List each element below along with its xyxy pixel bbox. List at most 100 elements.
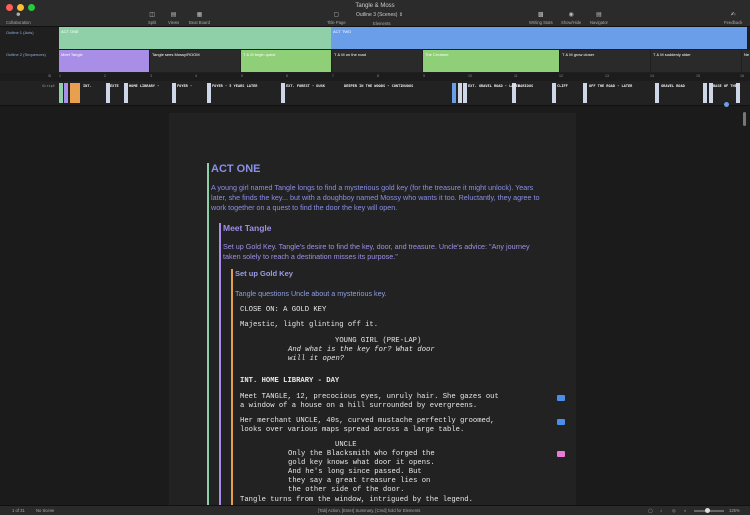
chat-icon: ✍ <box>730 12 736 18</box>
page-count: 1 of 31 <box>12 508 25 513</box>
sequence-heading[interactable]: Meet Tangle <box>223 223 272 233</box>
views-button[interactable]: ▤ Views <box>168 12 179 25</box>
writing-stats-button[interactable]: ▩ Writing Stats <box>529 12 553 25</box>
note-marker-icon[interactable] <box>557 395 565 401</box>
chevron-updown-icon: ⇕ <box>398 12 404 18</box>
outline-block-act-one[interactable]: ACT ONE <box>59 27 331 49</box>
outline-block-sequence[interactable]: T & M on the road <box>332 50 422 72</box>
beat-board-button[interactable]: ▦ Beat Board <box>189 12 210 25</box>
page-icon: ▢ <box>333 12 340 18</box>
scene-heading-line[interactable]: INT. HOME LIBRARY - DAY <box>240 377 339 386</box>
scene-color-bar <box>231 269 233 505</box>
microphone-icon[interactable]: ♪ <box>660 508 662 513</box>
scene-marker[interactable] <box>64 83 68 103</box>
scene-marker[interactable] <box>452 83 456 103</box>
board-icon: ▦ <box>196 12 203 18</box>
split-button[interactable]: ◫ Split <box>148 12 156 25</box>
script-timeline[interactable]: Script INT. EXTE HOME LIBRARY - FOYER - … <box>0 81 750 107</box>
scene-marker[interactable] <box>458 83 462 103</box>
strip-scene-label: VARIOUS <box>518 84 534 88</box>
sequence-summary[interactable]: Set up Gold Key. Tangle's desire to find… <box>223 242 533 262</box>
timer-icon[interactable]: ◯ <box>648 508 653 513</box>
scene-marker[interactable] <box>655 83 659 103</box>
strip-scene-label: DEEPER IN THE WOODS - CONTINUOUS <box>344 84 414 88</box>
scene-marker[interactable] <box>703 83 707 103</box>
scene-marker[interactable] <box>172 83 176 103</box>
dialogue-line[interactable]: And he's long since passed. But <box>288 468 422 477</box>
elements-button[interactable]: Elements <box>373 21 390 26</box>
people-icon: ☻ <box>15 12 22 18</box>
title-page-button[interactable]: ▢ Title Page <box>327 12 346 25</box>
scene-marker[interactable] <box>583 83 587 103</box>
action-line[interactable]: a window of a house on a hill surrounded… <box>240 402 477 411</box>
scene-marker[interactable] <box>552 83 556 103</box>
show-hide-button[interactable]: ◉ Show/Hide <box>561 12 581 25</box>
dialogue-line[interactable]: And what is the key for? What door <box>288 346 435 355</box>
act-heading[interactable]: ACT ONE <box>211 163 261 175</box>
zoom-slider-handle[interactable] <box>705 508 710 513</box>
theme-icon[interactable]: ◐ <box>684 508 687 513</box>
navigator-button[interactable]: ▤ Navigator <box>590 12 608 25</box>
scene-heading[interactable]: Set up Gold Key <box>235 269 293 278</box>
action-line[interactable]: looks over various maps spread across a … <box>240 426 464 435</box>
action-line[interactable]: Meet TANGLE, 12, precocious eyes, unruly… <box>240 393 499 402</box>
scene-marker[interactable] <box>463 83 467 103</box>
outline-row-label: Outline 2 (Sequences) <box>6 52 46 57</box>
outline-block-sequence[interactable]: The Creature <box>423 50 559 72</box>
scene-marker[interactable] <box>70 83 80 103</box>
character-line[interactable]: YOUNG GIRL (PRE-LAP) <box>335 337 421 346</box>
strip-scene-label: HOME LIBRARY - <box>129 84 160 88</box>
scene-marker[interactable] <box>207 83 211 103</box>
vertical-scrollbar[interactable] <box>742 108 748 504</box>
outline-block-sequence[interactable]: Tangle sees Mossy/ROOM <box>150 50 240 72</box>
ruler-settings-icon[interactable]: ⚙ <box>48 74 51 78</box>
outline-row-acts: Outline 1 (Acts) ACT ONE ACT TWO <box>0 27 750 49</box>
dialogue-line[interactable]: the other side of the door. <box>288 486 404 495</box>
outline-block-sequence[interactable]: Meet Tangle <box>59 50 149 72</box>
scene-marker[interactable] <box>59 83 63 103</box>
zoom-level: 125% <box>729 508 740 513</box>
action-line[interactable]: Her merchant UNCLE, 40s, curved mustache… <box>240 417 494 426</box>
scrollbar-thumb[interactable] <box>743 112 746 126</box>
stats-icon: ▩ <box>538 12 544 18</box>
feedback-button[interactable]: ✍ Feedback <box>724 12 742 25</box>
act-color-bar <box>207 163 209 505</box>
strip-label: Script <box>42 84 55 88</box>
status-hint: [Tab] Action, [Enter] Summary, [Cmd] hol… <box>318 508 421 513</box>
dialogue-line[interactable]: will it open? <box>288 355 344 364</box>
scene-indicator: No Scene <box>36 508 55 513</box>
action-line[interactable]: Tangle turns from the window, intrigued … <box>240 496 473 505</box>
eye-icon: ◉ <box>568 12 574 18</box>
outline-block-sequence[interactable]: T & M suddenly older <box>651 50 741 72</box>
note-marker-icon[interactable] <box>557 451 565 457</box>
strip-scene-label: INT. <box>83 84 92 88</box>
action-line[interactable]: Majestic, light glinting off it. <box>240 321 378 330</box>
strip-scene-label: BASE OF THE <box>713 84 737 88</box>
collaboration-button[interactable]: ☻ Collaboration <box>6 12 31 25</box>
strip-scene-label: GRAVEL ROAD <box>661 84 685 88</box>
script-page[interactable]: ACT ONE A young girl named Tangle longs … <box>169 113 576 505</box>
outline-block-act-two[interactable]: ACT TWO <box>331 27 747 49</box>
scene-marker[interactable] <box>281 83 285 103</box>
note-marker-icon[interactable] <box>557 419 565 425</box>
outline-block-sequence[interactable]: Ne <box>742 50 750 72</box>
dialogue-line[interactable]: gold key knows what door it opens. <box>288 459 435 468</box>
split-icon: ◫ <box>149 12 155 18</box>
outline-block-sequence[interactable]: T & M grow closer <box>560 50 650 72</box>
outline-select[interactable]: Outline 3 (Scenes) ⇕ <box>356 12 403 18</box>
act-summary[interactable]: A young girl named Tangle longs to find … <box>211 183 541 213</box>
views-icon: ▤ <box>170 12 177 18</box>
strip-scene-label: FOYER - 5 YEARS LATER <box>212 84 258 88</box>
navigator-icon: ▤ <box>596 12 602 18</box>
scene-marker[interactable] <box>124 83 128 103</box>
page-ruler: ⚙ 1 2 3 4 5 6 7 8 9 10 11 12 13 14 15 16 <box>0 73 750 81</box>
dialogue-line[interactable]: Only the Blacksmith who forged the <box>288 450 435 459</box>
focus-icon[interactable]: ◎ <box>672 508 676 513</box>
dialogue-line[interactable]: they say a great treasure lies on <box>288 477 430 486</box>
strip-scene-label: EXTE <box>110 84 119 88</box>
scene-summary[interactable]: Tangle questions Uncle about a mysteriou… <box>235 289 387 298</box>
window-title: Tangle & Moss <box>355 3 395 9</box>
shot-line[interactable]: CLOSE ON: A GOLD KEY <box>240 306 326 315</box>
outline-block-sequence[interactable]: T & M begin quest <box>241 50 331 72</box>
character-line[interactable]: UNCLE <box>335 441 357 450</box>
